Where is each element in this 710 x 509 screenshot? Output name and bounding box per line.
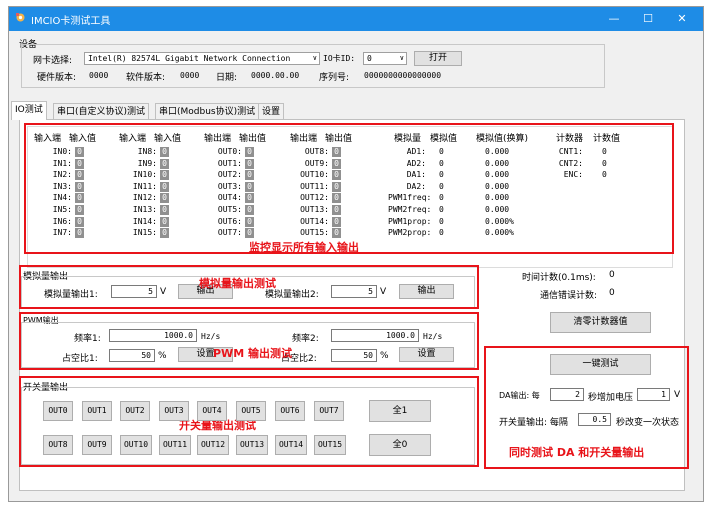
switch-out10-button[interactable]: OUT10 [120, 435, 152, 455]
date-value: 0000.00.00 [251, 71, 300, 80]
minimize-icon[interactable]: — [603, 10, 625, 28]
pwm-annotation: PWM 输出测试 [213, 347, 292, 360]
serial-value: 0000000000000000 [364, 71, 442, 80]
switch-out1-button[interactable]: OUT1 [82, 401, 112, 421]
switch-out11-button[interactable]: OUT11 [159, 435, 191, 455]
main-window: IMCIO卡测试工具 — ☐ ✕ 设备 网卡选择: Intel(R) 82574… [8, 6, 704, 502]
hw-version-label: 硬件版本: [37, 73, 77, 83]
time-count-label: 时间计数(0.1ms): [522, 273, 596, 283]
sw-version-label: 软件版本: [126, 73, 166, 83]
switch-out13-button[interactable]: OUT13 [236, 435, 268, 455]
clear-counter-button[interactable]: 清零计数器值 [550, 312, 651, 333]
nic-select[interactable]: Intel(R) 82574L Gigabit Network Connecti… [84, 52, 320, 65]
combined-annotation: 同时测试 DA 和开关量输出 [509, 446, 645, 459]
pwm-highlight [19, 312, 479, 370]
switch-out3-button[interactable]: OUT3 [159, 401, 189, 421]
switch-out4-button[interactable]: OUT4 [197, 401, 227, 421]
hw-version-value: 0000 [89, 71, 109, 80]
close-icon[interactable]: ✕ [671, 10, 693, 28]
switch-out6-button[interactable]: OUT6 [275, 401, 305, 421]
analog-annotation: 模拟量输出测试 [199, 277, 276, 290]
switch-out15-button[interactable]: OUT15 [314, 435, 346, 455]
nic-select-value: Intel(R) 82574L Gigabit Network Connecti… [88, 54, 291, 63]
chevron-down-icon: ∨ [399, 54, 404, 62]
tab-io-test[interactable]: IO测试 [11, 101, 47, 120]
switch-out8-button[interactable]: OUT8 [43, 435, 73, 455]
switch-out5-button[interactable]: OUT5 [236, 401, 266, 421]
maximize-icon[interactable]: ☐ [637, 10, 659, 28]
switch-out14-button[interactable]: OUT14 [275, 435, 307, 455]
comm-error-value: 0 [609, 288, 615, 298]
app-icon [16, 13, 25, 22]
sw-version-value: 0000 [180, 71, 200, 80]
tab-serial-custom[interactable]: 串口(自定义协议)测试 [53, 103, 150, 120]
switch-out12-button[interactable]: OUT12 [197, 435, 229, 455]
device-group [21, 44, 605, 88]
ioid-select-value: 0 [367, 54, 372, 63]
open-button[interactable]: 打开 [414, 51, 462, 66]
ioid-select[interactable]: 0 ∨ [363, 52, 407, 65]
switch-out0-button[interactable]: OUT0 [43, 401, 73, 421]
tab-serial-modbus[interactable]: 串口(Modbus协议)测试 [155, 103, 260, 120]
ioid-label: IO卡ID: [323, 54, 356, 63]
chevron-down-icon: ∨ [312, 54, 317, 62]
serial-label: 序列号: [319, 73, 350, 83]
time-count-value: 0 [609, 270, 615, 280]
date-label: 日期: [216, 73, 238, 83]
comm-error-label: 通信错误计数: [540, 291, 598, 301]
switch-out2-button[interactable]: OUT2 [120, 401, 150, 421]
io-monitor-highlight [24, 123, 674, 254]
title-bar: IMCIO卡测试工具 — ☐ ✕ [9, 7, 703, 31]
switch-out9-button[interactable]: OUT9 [82, 435, 112, 455]
tab-settings[interactable]: 设置 [258, 103, 285, 120]
switch-out7-button[interactable]: OUT7 [314, 401, 344, 421]
nic-label: 网卡选择: [33, 56, 73, 66]
window-title: IMCIO卡测试工具 [31, 16, 111, 27]
io-monitor-annotation: 监控显示所有输入输出 [249, 241, 359, 254]
